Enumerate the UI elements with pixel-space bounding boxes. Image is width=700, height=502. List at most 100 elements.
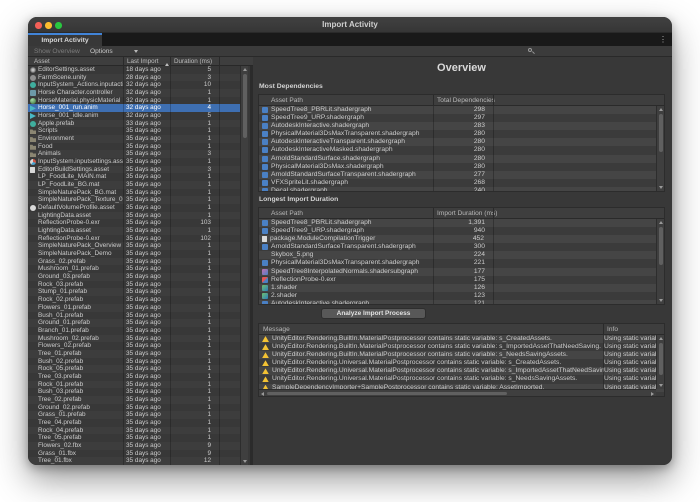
- asset-row[interactable]: InputSystem_Actions.inputactio32 days ag…: [28, 81, 240, 89]
- most-dependencies-vertical-scrollbar[interactable]: [656, 106, 664, 191]
- asset-row[interactable]: Grass_01.prefab35 days ago1: [28, 411, 240, 419]
- column-header-last-import[interactable]: Last Import: [127, 57, 159, 66]
- asset-row[interactable]: Tree_05.prefab35 days ago1: [28, 434, 240, 442]
- asset-row[interactable]: Apple.prefab33 days ago1: [28, 120, 240, 128]
- dependency-row[interactable]: SpeedTree8_PBRLit.shadergraph298: [259, 106, 664, 114]
- scrollbar-thumb[interactable]: [267, 392, 507, 395]
- asset-row[interactable]: Rock_01.prefab35 days ago1: [28, 381, 240, 389]
- asset-row[interactable]: Grass_02.prefab35 days ago1: [28, 258, 240, 266]
- asset-row[interactable]: Scripts35 days ago1: [28, 127, 240, 135]
- import-duration-row[interactable]: AutodeskInteractive.shadergraph121: [259, 300, 664, 305]
- dependency-row[interactable]: AutodeskInteractiveTransparent.shadergra…: [259, 138, 664, 146]
- asset-row[interactable]: Flowers_01.prefab35 days ago1: [28, 304, 240, 312]
- import-duration-row[interactable]: ReflectionProbe-0.exr175: [259, 276, 664, 284]
- asset-row[interactable]: ReflectionProbe-0.exr35 days ago102: [28, 235, 240, 243]
- asset-row[interactable]: Flowers_02.fbx35 days ago9: [28, 442, 240, 450]
- asset-row[interactable]: LightingData.asset35 days ago1: [28, 227, 240, 235]
- asset-row[interactable]: Ground_01.prefab35 days ago1: [28, 319, 240, 327]
- asset-row[interactable]: Bush_01.prefab35 days ago1: [28, 312, 240, 320]
- asset-row[interactable]: Horse_001_run.anim32 days ago4: [28, 104, 240, 112]
- import-duration-row[interactable]: 1.shader126: [259, 284, 664, 292]
- asset-row[interactable]: Mushroom_02.prefab35 days ago1: [28, 335, 240, 343]
- asset-row[interactable]: Flowers_02.prefab35 days ago1: [28, 342, 240, 350]
- dependency-row[interactable]: PhysicalMaterial3DsMax.shadergraph280: [259, 163, 664, 171]
- column-header-info[interactable]: Info: [607, 324, 618, 335]
- scroll-down-icon[interactable]: [659, 186, 663, 189]
- import-duration-row[interactable]: ArnoldStandardSurfaceTransparent.shaderg…: [259, 243, 664, 251]
- column-header-duration[interactable]: Duration (ms): [174, 57, 212, 66]
- import-duration-row[interactable]: 2.shader123: [259, 292, 664, 300]
- dependency-row[interactable]: ArnoldStandardSurfaceTransparent.shaderg…: [259, 171, 664, 179]
- scroll-right-icon[interactable]: [651, 392, 654, 396]
- asset-row[interactable]: InputSystem.inputsettings.asse35 days ag…: [28, 158, 240, 166]
- analyze-import-process-button[interactable]: Analyze Import Process: [321, 308, 426, 319]
- asset-row[interactable]: LP_FoodLite_BG.mat35 days ago1: [28, 181, 240, 189]
- asset-row[interactable]: Rock_04.prefab35 days ago1: [28, 427, 240, 435]
- search-icon[interactable]: [528, 48, 535, 56]
- scroll-up-icon[interactable]: [659, 108, 663, 111]
- dependency-row[interactable]: ArnoldStandardSurface.shadergraph280: [259, 155, 664, 163]
- import-duration-row[interactable]: SpeedTree8InterpolatedNormals.shadersubg…: [259, 268, 664, 276]
- asset-row[interactable]: Horse Character.controller32 days ago1: [28, 89, 240, 97]
- asset-row[interactable]: HorseMaterial.physicMaterial32 days ago1: [28, 97, 240, 105]
- asset-row[interactable]: Rock_03.prefab35 days ago1: [28, 281, 240, 289]
- asset-row[interactable]: Tree_01.fbx35 days ago12: [28, 457, 240, 465]
- asset-list-vertical-scrollbar[interactable]: [240, 66, 248, 465]
- asset-row[interactable]: Mushroom_01.prefab35 days ago1: [28, 265, 240, 273]
- asset-row[interactable]: Grass_01.fbx35 days ago9: [28, 450, 240, 458]
- dependency-row[interactable]: AutodeskInteractive.shadergraph283: [259, 122, 664, 130]
- dependency-row[interactable]: SpeedTree9_URP.shadergraph297: [259, 114, 664, 122]
- scroll-left-icon[interactable]: [261, 392, 264, 396]
- asset-row[interactable]: EditorBuildSettings.asset35 days ago3: [28, 166, 240, 174]
- dependency-row[interactable]: AutodeskInteractiveMasked.shadergraph280: [259, 146, 664, 154]
- column-header-asset-path[interactable]: Asset Path: [271, 95, 303, 106]
- scroll-up-icon[interactable]: [243, 68, 247, 71]
- options-dropdown[interactable]: Options: [90, 46, 113, 57]
- asset-row[interactable]: Tree_04.prefab35 days ago1: [28, 419, 240, 427]
- asset-row[interactable]: Ground_03.prefab35 days ago1: [28, 273, 240, 281]
- asset-row[interactable]: Rock_05.prefab35 days ago1: [28, 365, 240, 373]
- scroll-down-icon[interactable]: [659, 299, 663, 302]
- scroll-down-icon[interactable]: [243, 460, 247, 463]
- scrollbar-thumb[interactable]: [659, 114, 663, 152]
- dependency-row[interactable]: VFXSpriteLit.shadergraph268: [259, 179, 664, 187]
- asset-row[interactable]: EditorSettings.asset18 days ago5: [28, 66, 240, 74]
- asset-row[interactable]: ReflectionProbe-0.exr35 days ago103: [28, 219, 240, 227]
- column-header-import-duration[interactable]: Import Duration (ms): [437, 208, 497, 219]
- asset-row[interactable]: SimpleNaturePack_Texture_01.n35 days ago…: [28, 196, 240, 204]
- import-duration-row[interactable]: SpeedTree8_PBRLit.shadergraph1,391: [259, 219, 664, 227]
- dependency-row[interactable]: Decal.shadergraph240: [259, 187, 664, 192]
- scrollbar-thumb[interactable]: [243, 74, 247, 138]
- asset-row[interactable]: LightingData.asset35 days ago1: [28, 212, 240, 220]
- asset-row[interactable]: Stump_01.prefab35 days ago1: [28, 288, 240, 296]
- import-duration-row[interactable]: Skybox_5.png224: [259, 251, 664, 259]
- scroll-down-icon[interactable]: [659, 384, 663, 387]
- import-duration-row[interactable]: SpeedTree9_URP.shadergraph940: [259, 227, 664, 235]
- asset-row[interactable]: Rock_02.prefab35 days ago1: [28, 296, 240, 304]
- scrollbar-thumb[interactable]: [659, 343, 663, 375]
- column-header-asset-path[interactable]: Asset Path: [271, 208, 303, 219]
- import-duration-row[interactable]: package.ModuleCompilationTrigger452: [259, 235, 664, 243]
- column-header-message[interactable]: Message: [263, 324, 290, 335]
- import-duration-row[interactable]: PhysicalMaterial3DsMaxTransparent.shader…: [259, 259, 664, 267]
- asset-row[interactable]: Bush_02.prefab35 days ago1: [28, 358, 240, 366]
- asset-row[interactable]: FarmScene.unity28 days ago3: [28, 74, 240, 82]
- asset-row[interactable]: Animals35 days ago3: [28, 150, 240, 158]
- scroll-up-icon[interactable]: [659, 337, 663, 340]
- asset-row[interactable]: Tree_01.prefab35 days ago1: [28, 350, 240, 358]
- asset-row[interactable]: Ground_02.prefab35 days ago1: [28, 404, 240, 412]
- asset-row[interactable]: Food35 days ago1: [28, 143, 240, 151]
- asset-row[interactable]: Bush_03.prefab35 days ago1: [28, 388, 240, 396]
- asset-row[interactable]: Tree_03.prefab35 days ago1: [28, 373, 240, 381]
- asset-row[interactable]: Environment35 days ago1: [28, 135, 240, 143]
- messages-vertical-scrollbar[interactable]: [656, 335, 664, 389]
- scrollbar-thumb[interactable]: [659, 227, 663, 265]
- title-bar[interactable]: Import Activity: [28, 17, 672, 33]
- column-header-total-dependencies[interactable]: Total Dependencies: [437, 95, 495, 106]
- asset-row[interactable]: Tree_02.prefab35 days ago1: [28, 396, 240, 404]
- asset-row[interactable]: LP_FoodLite_MAIN.mat35 days ago1: [28, 173, 240, 181]
- asset-row[interactable]: SimpleNaturePack_Demo35 days ago1: [28, 250, 240, 258]
- longest-import-vertical-scrollbar[interactable]: [656, 219, 664, 304]
- column-header-asset[interactable]: Asset: [34, 57, 50, 66]
- asset-row[interactable]: SimpleNaturePack_BG.mat35 days ago1: [28, 189, 240, 197]
